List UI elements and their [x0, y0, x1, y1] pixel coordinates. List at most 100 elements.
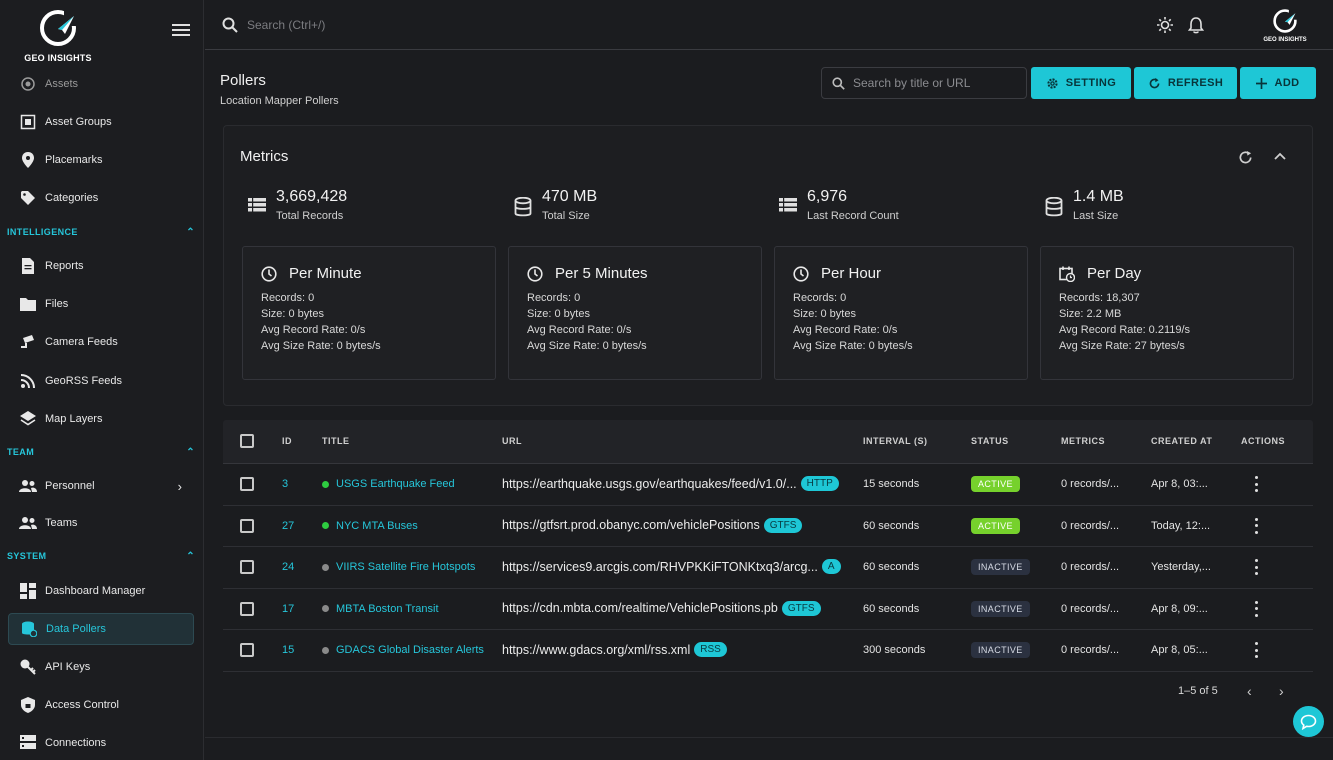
status-dot [322, 480, 329, 488]
row-title[interactable]: MBTA Boston Transit [322, 603, 492, 615]
type-chip: RSS [694, 642, 727, 657]
row-checkbox[interactable] [240, 601, 254, 616]
next-page-icon[interactable]: › [1279, 683, 1284, 699]
row-id[interactable]: 3 [282, 478, 288, 490]
section-label: INTELLIGENCE [7, 227, 78, 237]
collapse-chevron-icon[interactable] [1274, 152, 1286, 162]
column-header-id[interactable]: ID [282, 436, 292, 446]
column-header-metrics[interactable]: METRICS [1061, 436, 1105, 446]
row-checkbox[interactable] [240, 518, 254, 533]
sidebar-item-files[interactable]: Files [18, 288, 194, 320]
row-id[interactable]: 27 [282, 520, 294, 532]
sidebar-item-georss-feeds[interactable]: GeoRSS Feeds [18, 365, 194, 397]
refresh-button[interactable]: REFRESH [1134, 67, 1237, 99]
row-title[interactable]: NYC MTA Buses [322, 520, 492, 532]
stat-caption: Total Records [276, 210, 344, 222]
global-search-input[interactable] [247, 14, 547, 36]
row-checkbox[interactable] [240, 560, 254, 574]
stat-value: 6,976 [807, 188, 848, 205]
dashboard-icon [18, 581, 38, 601]
brand-logo[interactable]: GEO INSIGHTS [18, 8, 98, 63]
column-header-title[interactable]: TITLE [322, 436, 350, 446]
sidebar-item-reports[interactable]: Reports [18, 250, 194, 282]
period-records: Records: 18,307 [1059, 292, 1140, 304]
sidebar-item-personnel[interactable]: Personnel › [18, 470, 194, 502]
table-row[interactable]: 17 MBTA Boston Transit https://cdn.mbta.… [223, 589, 1313, 630]
layers-icon [18, 409, 38, 429]
table-row[interactable]: 15 GDACS Global Disaster Alerts https://… [223, 630, 1313, 672]
row-actions-menu-icon[interactable] [1251, 517, 1261, 534]
column-header-url[interactable]: URL [502, 436, 522, 446]
row-title[interactable]: GDACS Global Disaster Alerts [322, 644, 492, 656]
section-header-team[interactable]: TEAM ⌃ [7, 444, 195, 460]
refresh-icon[interactable] [1238, 150, 1253, 165]
row-checkbox[interactable] [240, 477, 254, 491]
section-header-system[interactable]: SYSTEM ⌃ [7, 548, 195, 564]
key-icon [18, 657, 38, 677]
report-document-icon [18, 256, 38, 276]
row-title-text: NYC MTA Buses [336, 519, 418, 532]
sidebar-item-label: Camera Feeds [45, 336, 118, 348]
status-badge: ACTIVE [971, 476, 1020, 492]
sidebar-item-access-control[interactable]: Access Control [18, 689, 194, 721]
select-all-checkbox[interactable] [240, 434, 254, 448]
sidebar-item-connections[interactable]: Connections [18, 727, 194, 759]
row-actions-menu-icon[interactable] [1251, 559, 1261, 575]
column-header-created-at[interactable]: CREATED AT [1151, 436, 1212, 446]
section-header-intelligence[interactable]: INTELLIGENCE ⌃ [7, 224, 195, 240]
row-id[interactable]: 24 [282, 561, 294, 573]
prev-page-icon[interactable]: ‹ [1247, 683, 1252, 699]
type-chip: HTTP [800, 476, 839, 491]
notification-bell-icon[interactable] [1187, 16, 1205, 34]
row-title[interactable]: USGS Earthquake Feed [322, 478, 492, 490]
sidebar-item-label: Dashboard Manager [45, 585, 146, 597]
row-id[interactable]: 15 [282, 644, 294, 656]
row-url: https://cdn.mbta.com/realtime/VehiclePos… [502, 600, 850, 616]
sidebar-item-asset-groups[interactable]: Asset Groups [18, 106, 194, 138]
row-actions-menu-icon[interactable] [1251, 642, 1261, 658]
period-records: Records: 0 [261, 292, 315, 304]
menu-toggle-icon[interactable] [172, 24, 190, 38]
period-size: Size: 0 bytes [527, 308, 590, 320]
theme-sun-icon[interactable] [1156, 16, 1174, 34]
sidebar-item-teams[interactable]: Teams [18, 507, 194, 539]
poller-search-field[interactable] [821, 67, 1027, 99]
table-row[interactable]: 27 NYC MTA Buses https://gtfsrt.prod.oba… [223, 506, 1313, 547]
page-subtitle: Location Mapper Pollers [220, 95, 339, 107]
stat-caption: Total Size [542, 210, 590, 222]
sidebar-item-data-pollers[interactable]: Data Pollers [8, 613, 194, 645]
row-title-text: VIIRS Satellite Fire Hotspots [336, 561, 476, 573]
poller-search-input[interactable] [853, 76, 1023, 90]
row-id[interactable]: 17 [282, 603, 294, 615]
sidebar-item-api-keys[interactable]: API Keys [18, 651, 194, 683]
sidebar-item-categories[interactable]: Categories [18, 182, 194, 214]
table-row[interactable]: 24 VIIRS Satellite Fire Hotspots https:/… [223, 547, 1313, 589]
table-row[interactable]: 3 USGS Earthquake Feed https://earthquak… [223, 464, 1313, 506]
sidebar-item-camera-feeds[interactable]: Camera Feeds [18, 326, 194, 358]
add-button[interactable]: ADD [1240, 67, 1316, 99]
sidebar-item-placemarks[interactable]: Placemarks [18, 144, 194, 176]
shield-lock-icon [18, 695, 38, 715]
column-header-status[interactable]: STATUS [971, 436, 1009, 446]
sidebar-item-map-layers[interactable]: Map Layers [18, 403, 194, 435]
chat-bubble-button[interactable] [1293, 706, 1324, 737]
page-title: Pollers [220, 72, 266, 89]
row-checkbox[interactable] [240, 643, 254, 657]
row-title[interactable]: VIIRS Satellite Fire Hotspots [322, 561, 492, 573]
column-header-interval[interactable]: INTERVAL (S) [863, 436, 928, 446]
sidebar-item-label: Files [45, 298, 69, 310]
status-badge: ACTIVE [971, 517, 1020, 534]
period-size-rate: Avg Size Rate: 27 bytes/s [1059, 340, 1185, 352]
pagination-range: 1–5 of 5 [1178, 685, 1218, 697]
row-actions-menu-icon[interactable] [1251, 476, 1261, 492]
status-dot [322, 522, 329, 529]
sidebar-item-label: Personnel [45, 480, 95, 492]
row-actions-menu-icon[interactable] [1251, 600, 1261, 617]
sidebar-item-dashboard-manager[interactable]: Dashboard Manager [18, 575, 194, 607]
sidebar-item-assets[interactable]: Assets [18, 68, 194, 100]
period-size-rate: Avg Size Rate: 0 bytes/s [527, 340, 647, 352]
brand-name: GEO INSIGHTS [24, 53, 92, 63]
sidebar-item-label: Placemarks [45, 154, 103, 166]
topbar-logo-text: GEO INSIGHTS [1263, 37, 1307, 43]
setting-button[interactable]: SETTING [1031, 67, 1131, 99]
